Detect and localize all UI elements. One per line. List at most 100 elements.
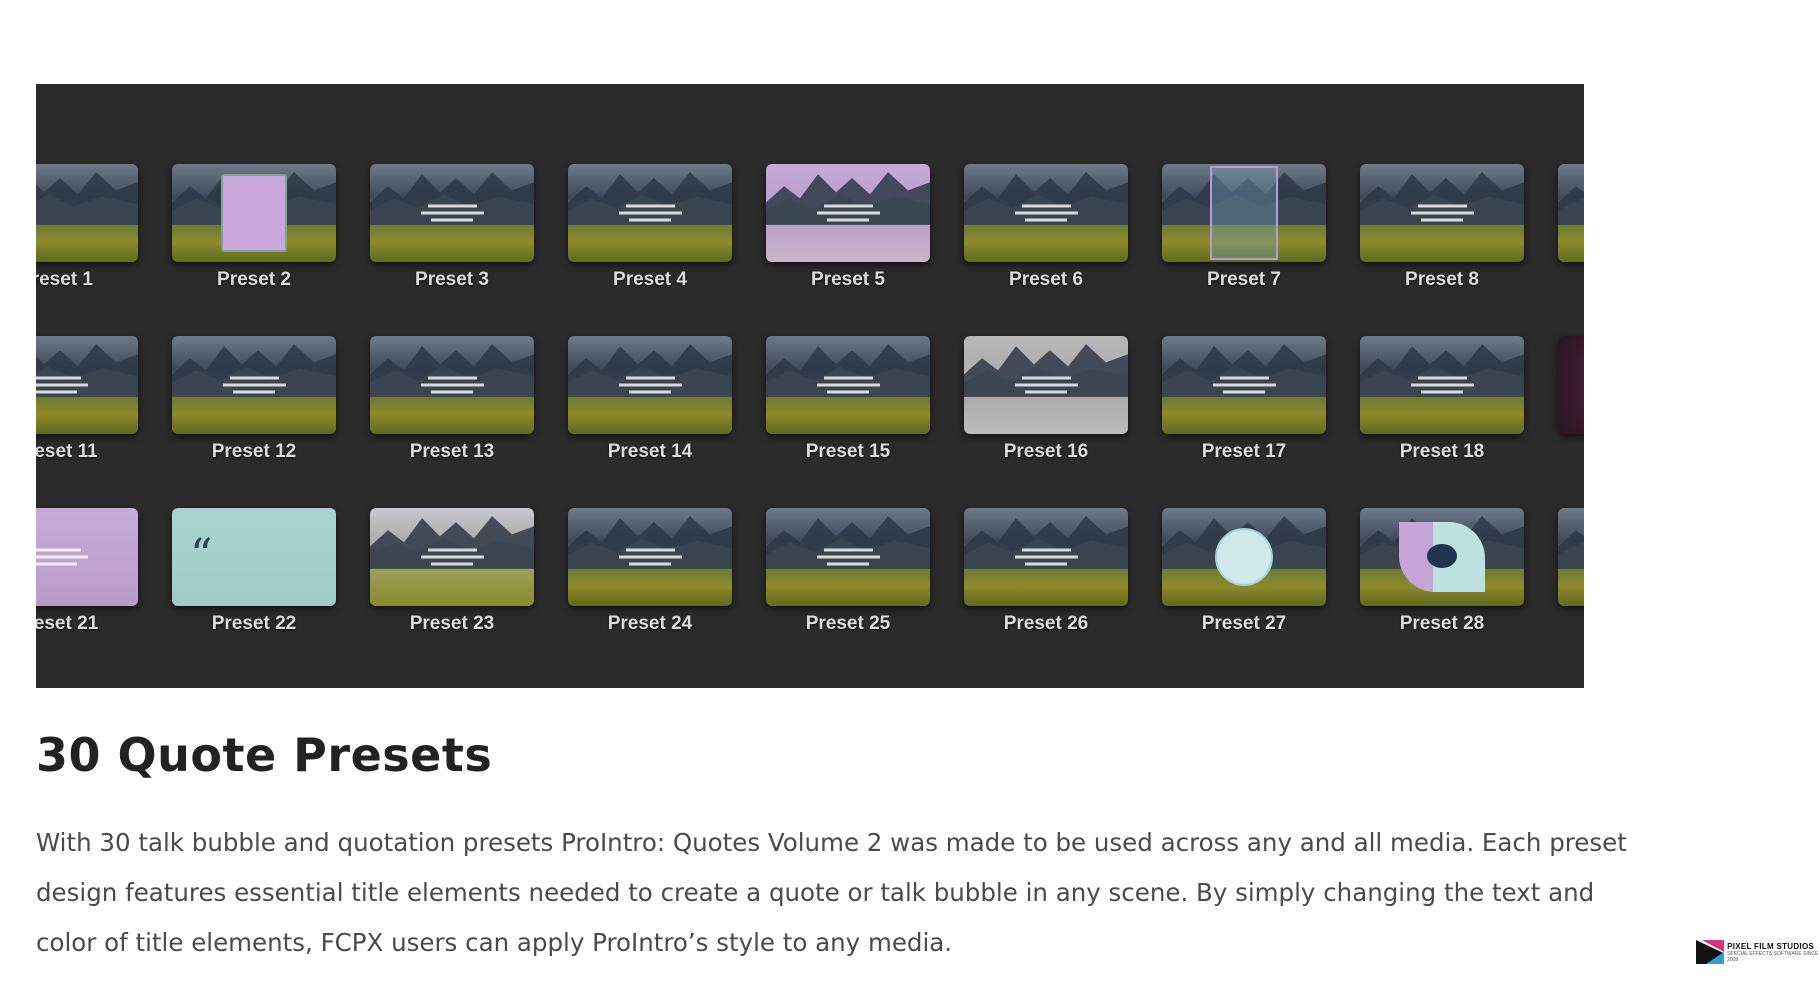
preset-thumbnail: “ — [172, 508, 336, 606]
preset-thumbnail — [964, 508, 1128, 606]
preset-thumbnail — [568, 336, 732, 434]
pixel-film-studios-logo-icon — [1696, 940, 1724, 964]
preset-label: Preset 21 — [36, 613, 99, 634]
preset-label: Preset 26 — [1003, 613, 1089, 634]
preset-overlay-graphic — [615, 201, 685, 226]
preset-thumbnail — [1162, 336, 1326, 434]
preset-overlay-graphic — [219, 373, 289, 398]
preset-tile[interactable]: Preset 11 — [36, 336, 138, 463]
preset-thumbnail — [766, 164, 930, 262]
preset-label: Preset 1 — [36, 269, 93, 290]
preset-label: Preset 5 — [811, 269, 885, 290]
preset-label: Preset 12 — [211, 441, 297, 462]
preset-overlay-graphic — [417, 201, 487, 226]
preset-tile[interactable]: Preset 12 — [172, 336, 336, 463]
preset-overlay-graphic — [1399, 522, 1485, 592]
preset-tile[interactable]: Preset 23 — [370, 508, 534, 635]
preset-tile[interactable]: Preset 24 — [568, 508, 732, 635]
preset-tile[interactable]: Preset 18 — [1360, 336, 1524, 463]
preset-tile[interactable]: Preset 3 — [370, 164, 534, 291]
preset-label: Preset 3 — [415, 269, 489, 290]
preset-overlay-graphic — [1011, 201, 1081, 226]
preset-tile[interactable]: Preset 21 — [36, 508, 138, 635]
preset-label: Preset 25 — [805, 613, 891, 634]
preset-tile[interactable]: Preset 8 — [1360, 164, 1524, 291]
quote-mark-icon: “ — [190, 530, 213, 581]
brand-name: PIXEL FILM STUDIOS — [1727, 941, 1815, 951]
preset-overlay-graphic — [1011, 545, 1081, 570]
preset-label: Preset 22 — [211, 613, 297, 634]
preset-thumbnail — [36, 164, 138, 262]
preset-thumbnail — [1558, 508, 1584, 606]
preset-label: Preset 14 — [607, 441, 693, 462]
preset-thumbnail — [1558, 336, 1584, 434]
preset-label: Preset 4 — [613, 269, 687, 290]
preset-preview-panel: Preset 1 Preset 2 Preset 3 Preset 4 Preset 5… — [36, 84, 1584, 688]
preset-tile[interactable]: Preset 9 — [1558, 164, 1584, 291]
preset-row: Preset 21 “ Preset 22 Preset 23 Preset 24 Pre… — [36, 508, 1584, 660]
preset-thumbnail — [1162, 164, 1326, 262]
preset-tile[interactable]: Preset 15 — [766, 336, 930, 463]
preset-thumbnail — [1558, 164, 1584, 262]
preset-row: Preset 1 Preset 2 Preset 3 Preset 4 Preset 5… — [36, 164, 1584, 316]
section-description: With 30 talk bubble and quotation preset… — [36, 828, 1627, 957]
preset-tile[interactable]: Preset 25 — [766, 508, 930, 635]
preset-overlay-graphic — [36, 373, 91, 398]
preset-overlay-graphic — [1210, 166, 1278, 260]
preset-thumbnail — [964, 336, 1128, 434]
preset-label: Preset 18 — [1399, 441, 1485, 462]
preset-overlay-graphic — [417, 545, 487, 570]
preset-thumbnail — [568, 508, 732, 606]
preset-tile[interactable]: Preset 17 — [1162, 336, 1326, 463]
section-title: 30 Quote Presets — [36, 728, 493, 782]
preset-label: Preset 16 — [1003, 441, 1089, 462]
preset-tile[interactable]: Preset 7 — [1162, 164, 1326, 291]
preset-tile[interactable]: Preset 26 — [964, 508, 1128, 635]
preset-tile[interactable]: Preset 14 — [568, 336, 732, 463]
preset-label: Preset 29 — [1558, 613, 1584, 635]
preset-label: Preset 19 — [1558, 441, 1584, 463]
preset-label: Preset 8 — [1405, 269, 1479, 290]
preset-tile[interactable]: Preset 1 — [36, 164, 138, 291]
preset-label: Preset 15 — [805, 441, 891, 462]
preset-tile[interactable]: Preset 16 — [964, 336, 1128, 463]
preset-label: Preset 11 — [36, 441, 98, 462]
preset-tile[interactable]: Preset 5 — [766, 164, 930, 291]
preset-overlay-graphic — [813, 545, 883, 570]
preset-overlay-graphic — [813, 373, 883, 398]
preset-tile[interactable]: Preset 29 — [1558, 508, 1584, 635]
preset-overlay-graphic — [1215, 528, 1273, 586]
preset-overlay-graphic — [615, 373, 685, 398]
preset-label: Preset 7 — [1207, 269, 1281, 290]
preset-thumbnail — [36, 508, 138, 606]
preset-thumbnail — [172, 164, 336, 262]
preset-tile[interactable]: Preset 6 — [964, 164, 1128, 291]
preset-tile[interactable]: Preset 2 — [172, 164, 336, 291]
brand-logo[interactable]: PIXEL FILM STUDIOS SPECIAL EFFECTS SOFTW… — [1696, 940, 1820, 964]
preset-thumbnail — [172, 336, 336, 434]
preset-tile[interactable]: “ Preset 22 — [172, 508, 336, 635]
preset-tile[interactable]: Preset 19 — [1558, 336, 1584, 463]
preset-tile[interactable]: Preset 28 — [1360, 508, 1524, 635]
preset-tile[interactable]: Preset 4 — [568, 164, 732, 291]
preset-label: Preset 9 — [1558, 269, 1584, 291]
brand-logo-text: PIXEL FILM STUDIOS SPECIAL EFFECTS SOFTW… — [1727, 942, 1820, 963]
brand-tagline: SPECIAL EFFECTS SOFTWARE SINCE 2009 — [1727, 950, 1819, 963]
preset-overlay-graphic — [1011, 373, 1081, 398]
preset-thumbnail — [36, 336, 138, 434]
preset-row: Preset 11 Preset 12 Preset 13 Preset 14 Pres… — [36, 336, 1584, 488]
page: Preset 1 Preset 2 Preset 3 Preset 4 Preset 5… — [0, 0, 1820, 992]
preset-thumbnail — [568, 164, 732, 262]
preset-label: Preset 17 — [1201, 441, 1287, 462]
preset-label: Preset 27 — [1201, 613, 1287, 634]
preset-tile[interactable]: Preset 27 — [1162, 508, 1326, 635]
preset-overlay-graphic — [36, 545, 91, 570]
preset-overlay-graphic — [1209, 373, 1279, 398]
preset-thumbnail — [1162, 508, 1326, 606]
preset-overlay-graphic — [615, 545, 685, 570]
preset-label: Preset 23 — [409, 613, 495, 634]
preset-tile[interactable]: Preset 13 — [370, 336, 534, 463]
preset-thumbnail — [766, 336, 930, 434]
preset-label: Preset 2 — [217, 269, 291, 290]
preset-label: Preset 24 — [607, 613, 693, 634]
